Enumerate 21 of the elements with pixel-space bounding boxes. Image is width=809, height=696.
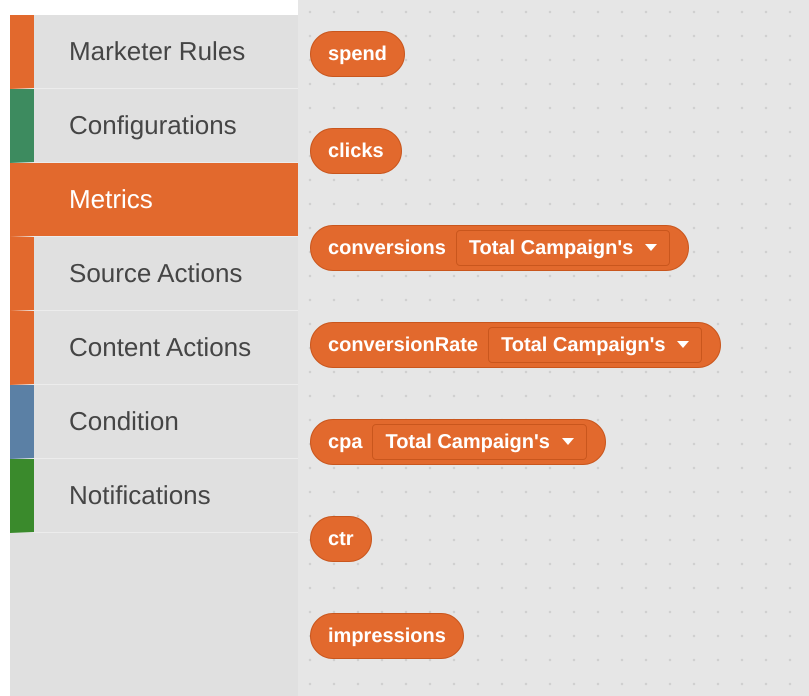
caret-icon xyxy=(645,244,658,252)
metric-block[interactable]: conversionRate Total Campaign's xyxy=(310,322,722,368)
metric-block[interactable]: ctr xyxy=(310,516,372,562)
metric-block[interactable]: clicks xyxy=(310,128,402,174)
block-label: spend xyxy=(328,42,387,67)
metric-block[interactable]: cpa Total Campaign's xyxy=(310,419,606,465)
dropdown-field[interactable]: Total Campaign's xyxy=(372,424,587,460)
metric-block[interactable]: spend xyxy=(310,31,405,77)
block-label: clicks xyxy=(328,139,384,164)
block-label: ctr xyxy=(328,527,354,552)
block-label: conversionRate xyxy=(328,333,478,358)
block-label: conversions xyxy=(328,236,446,261)
dropdown-field[interactable]: Total Campaign's xyxy=(488,327,702,363)
caret-icon xyxy=(677,341,690,349)
caret-icon xyxy=(562,438,574,446)
dropdown-field[interactable]: Total Campaign's xyxy=(456,230,670,266)
category-item[interactable]: Metrics xyxy=(10,163,298,237)
block-label: cpa xyxy=(328,430,362,455)
block-label: impressions xyxy=(328,624,446,649)
metric-block[interactable]: impressions xyxy=(310,613,464,659)
metric-block[interactable]: conversions Total Campaign's xyxy=(310,225,690,271)
